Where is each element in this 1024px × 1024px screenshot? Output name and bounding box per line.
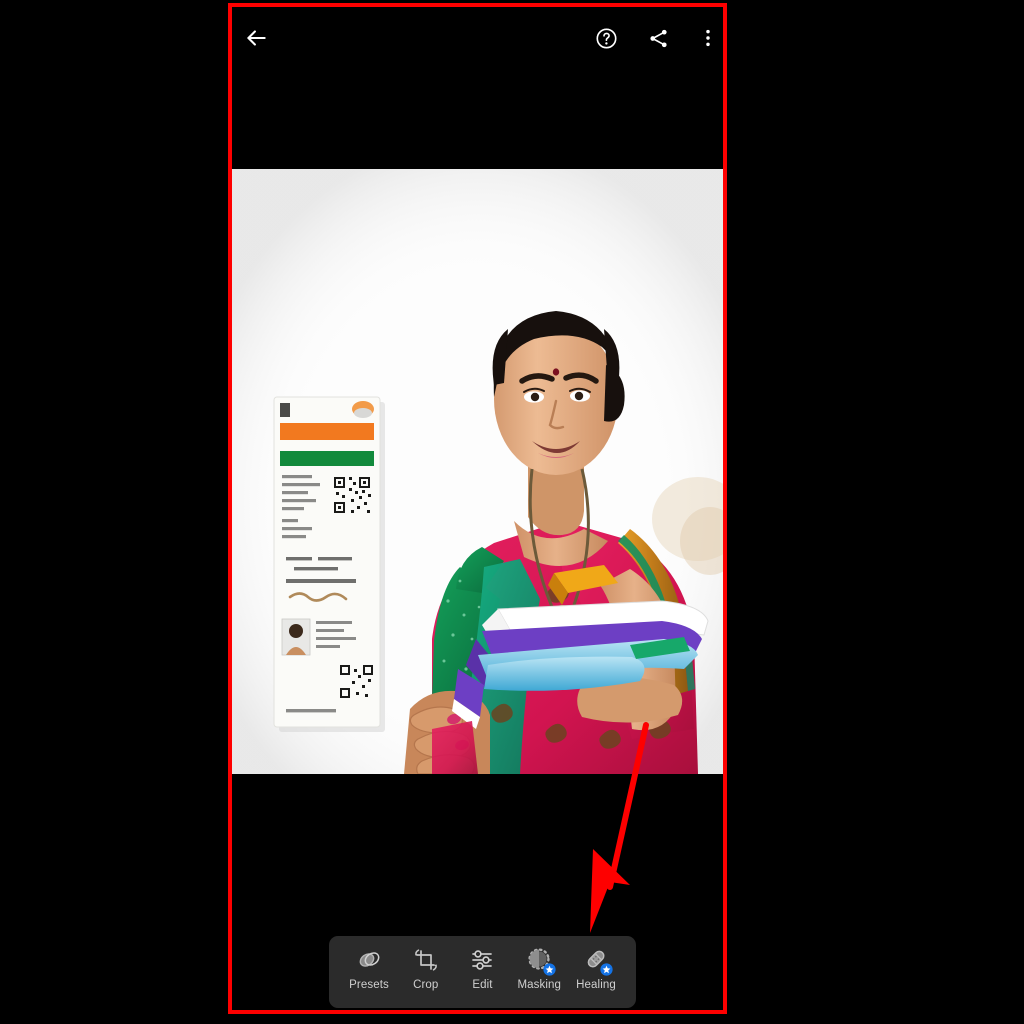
share-nodes-icon	[649, 29, 667, 47]
app-screen: Presets Crop Edit Masking Healing	[232, 7, 723, 1010]
more-vertical-icon	[706, 29, 710, 47]
tool-edit[interactable]: Edit	[455, 945, 511, 991]
tool-label-presets: Presets	[349, 979, 389, 991]
tool-masking[interactable]: Masking	[511, 945, 567, 991]
photo-image	[232, 169, 723, 774]
crop-rotate-icon	[411, 945, 441, 975]
sliders-icon	[468, 945, 498, 975]
premium-star-badge	[600, 963, 613, 976]
aadhaar-card	[273, 396, 385, 732]
arrow-left-icon	[247, 30, 266, 46]
back-button[interactable]	[236, 18, 276, 58]
tool-presets[interactable]: Presets	[341, 945, 397, 991]
tool-label-crop: Crop	[413, 979, 439, 991]
tool-label-edit: Edit	[472, 979, 493, 991]
qr-code	[332, 475, 372, 515]
qr-code-secondary	[338, 663, 374, 699]
premium-star-badge	[543, 963, 556, 976]
masking-circle-icon	[524, 945, 556, 976]
tool-label-masking: Masking	[517, 979, 562, 991]
overflow-menu-button[interactable]	[688, 18, 723, 58]
help-circle-icon	[595, 27, 617, 49]
presets-ellipses-icon	[354, 945, 384, 975]
photo-canvas[interactable]	[232, 169, 723, 774]
share-button[interactable]	[638, 18, 678, 58]
screenshot-canvas: Presets Crop Edit Masking Healing	[0, 0, 1024, 1024]
help-button[interactable]	[586, 18, 626, 58]
healing-bandage-icon	[581, 945, 613, 976]
tool-label-healing: Healing	[576, 979, 616, 991]
bottom-toolbar: Presets Crop Edit Masking Healing	[329, 936, 636, 1008]
annotation-frame: Presets Crop Edit Masking Healing	[228, 3, 727, 1014]
top-bar	[232, 7, 723, 73]
tool-healing[interactable]: Healing	[568, 945, 624, 991]
tool-crop[interactable]: Crop	[398, 945, 454, 991]
